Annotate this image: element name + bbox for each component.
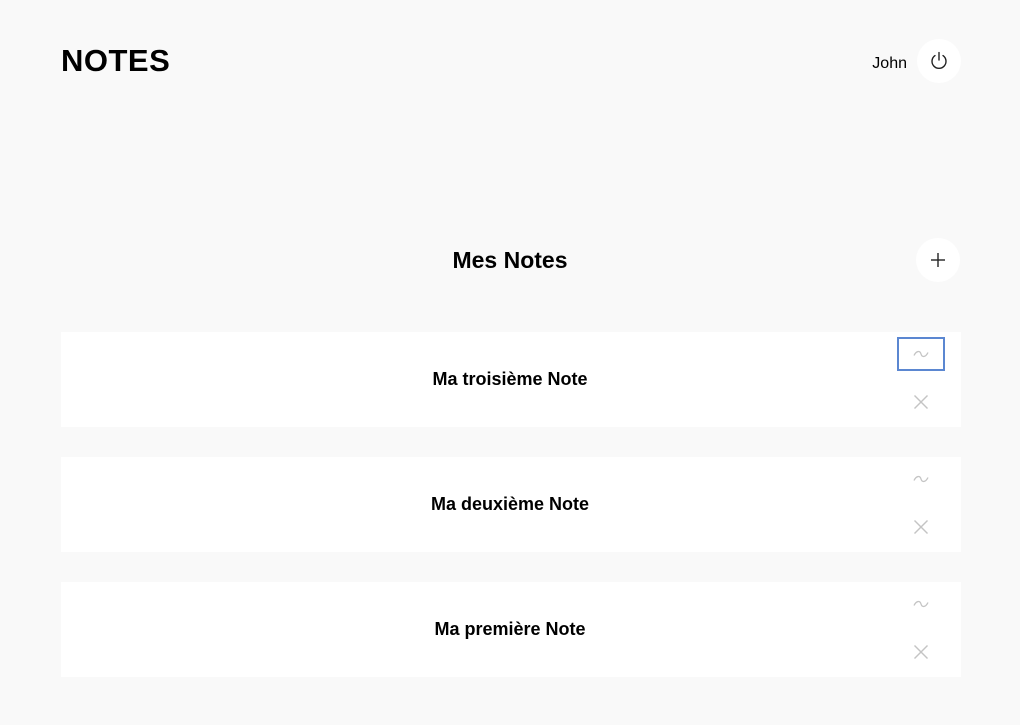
note-card[interactable]: Ma première Note bbox=[61, 582, 961, 677]
close-icon bbox=[914, 520, 928, 534]
note-title: Ma deuxième Note bbox=[430, 494, 590, 514]
tilde-edit-icon bbox=[913, 600, 929, 608]
user-name: John bbox=[872, 55, 907, 72]
note-card[interactable]: Ma deuxième Note bbox=[61, 457, 961, 552]
add-note-button[interactable] bbox=[916, 238, 960, 282]
delete-note-button[interactable] bbox=[897, 510, 945, 544]
app-logo: NOTES bbox=[61, 43, 171, 78]
tilde-edit-icon bbox=[913, 475, 929, 483]
note-title: Ma troisième Note bbox=[432, 369, 588, 389]
note-title: Ma première Note bbox=[434, 619, 586, 639]
power-icon bbox=[931, 51, 947, 69]
edit-note-button[interactable] bbox=[897, 337, 945, 371]
delete-note-button[interactable] bbox=[897, 635, 945, 669]
note-card[interactable]: Ma troisième Note bbox=[61, 332, 961, 427]
logout-button[interactable] bbox=[917, 39, 961, 83]
tilde-edit-icon bbox=[913, 350, 929, 358]
delete-note-button[interactable] bbox=[897, 385, 945, 419]
close-icon bbox=[914, 645, 928, 659]
edit-note-button[interactable] bbox=[897, 587, 945, 621]
notes-list: Ma troisième Note Ma deuxième Note Ma pr… bbox=[61, 332, 961, 707]
user-area: John bbox=[872, 39, 961, 83]
edit-note-button[interactable] bbox=[897, 462, 945, 496]
plus-icon bbox=[931, 253, 945, 267]
page-title: Mes Notes bbox=[452, 247, 568, 273]
close-icon bbox=[914, 395, 928, 409]
